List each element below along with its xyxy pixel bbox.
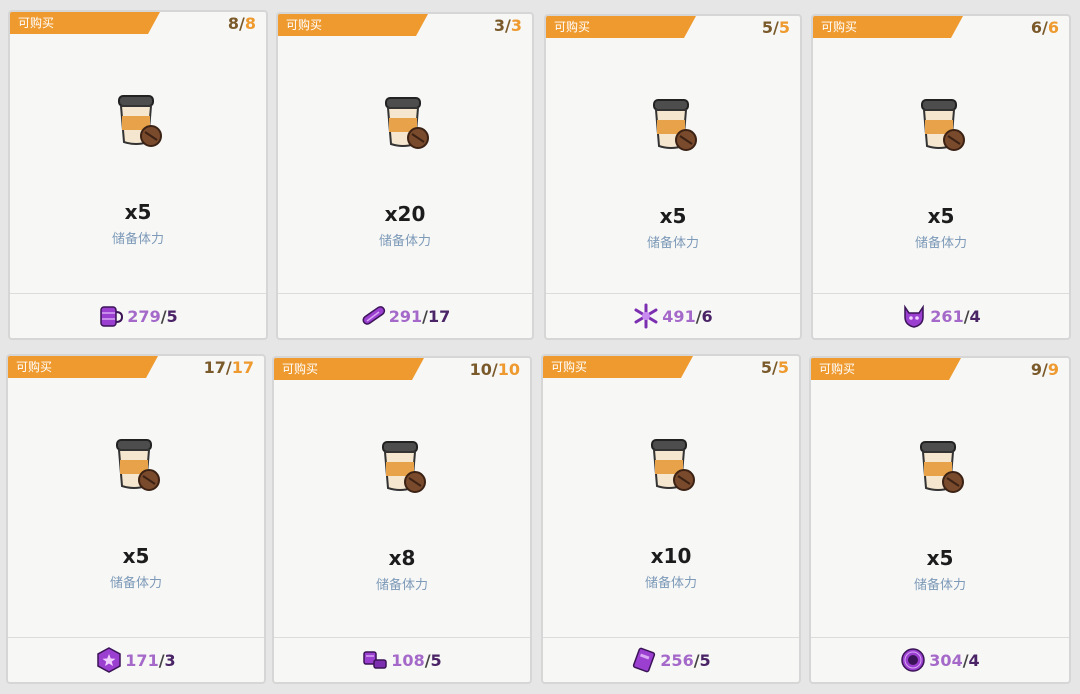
purchase-limit: 3/3: [493, 16, 522, 35]
owned-count: 279: [127, 306, 161, 326]
item-amount: x5: [926, 546, 954, 570]
owned-count: 171: [125, 650, 159, 670]
purple-mug-icon: [100, 306, 124, 327]
available-tag: 可购买: [811, 358, 961, 380]
available-tag: 可购买: [10, 12, 160, 34]
price-row: 304/4: [811, 637, 1069, 682]
owned-count: 256: [660, 650, 694, 670]
owned-count: 291: [388, 306, 423, 326]
item-amount: x20: [384, 202, 426, 226]
available-tag: 可购买: [278, 14, 428, 36]
shop-card[interactable]: 可购买 5/5 x10 储备体力 256/5: [541, 354, 801, 684]
coffee-cup-icon: [651, 439, 695, 491]
price-row: 108/5: [274, 637, 530, 682]
item-name: 储备体力: [644, 576, 697, 591]
purple-book-icon: [633, 647, 656, 673]
item-name: 储备体力: [914, 236, 967, 251]
coffee-cup-icon: [921, 99, 965, 151]
price-row: 256/5: [543, 637, 799, 682]
purchase-limit: 10/10: [469, 360, 520, 379]
item-name: 储备体力: [646, 236, 699, 251]
owned-count: 261: [930, 306, 964, 326]
price: 5: [699, 650, 711, 670]
available-tag: 可购买: [274, 358, 424, 380]
price-row: 171/3: [8, 637, 264, 682]
shop-card[interactable]: 可购买 9/9 x5 储备体力 304/4: [809, 356, 1071, 684]
price: 3: [164, 650, 176, 670]
shop-card[interactable]: 可购买 3/3 x20 储备体力 291/17: [276, 12, 534, 340]
shop-card[interactable]: 可购买 10/10 x8 储备体力 108/5: [272, 356, 532, 684]
item-name: 储备体力: [378, 234, 431, 249]
purchase-limit: 6/6: [1030, 18, 1059, 37]
price-row: 291/17: [278, 293, 532, 338]
item-amount: x10: [650, 544, 692, 568]
shop-card[interactable]: 可购买 8/8 x5 储备体力 279/5: [8, 10, 268, 340]
available-tag: 可购买: [543, 356, 693, 378]
purple-demon-icon: [904, 304, 925, 328]
price: 5: [430, 650, 442, 670]
coffee-cup-icon: [382, 441, 426, 493]
coffee-cup-icon: [116, 439, 160, 491]
price: 17: [427, 306, 451, 326]
item-name: 储备体力: [375, 578, 428, 593]
owned-count: 304: [929, 650, 963, 670]
available-tag: 可购买: [8, 356, 158, 378]
owned-count: 108: [391, 650, 425, 670]
item-name: 储备体力: [913, 578, 966, 593]
item-amount: x8: [388, 546, 416, 570]
purple-ring-icon: [901, 648, 926, 672]
item-name: 储备体力: [109, 576, 162, 591]
owned-count: 491: [662, 306, 696, 326]
price: 6: [701, 306, 713, 326]
purple-bolt-icon: [363, 651, 388, 669]
coffee-cup-icon: [653, 99, 697, 151]
purchase-limit: 5/5: [760, 358, 789, 377]
purchase-limit: 8/8: [227, 14, 256, 33]
price: 4: [969, 306, 981, 326]
price-row: 279/5: [10, 293, 266, 338]
price: 4: [968, 650, 980, 670]
price: 5: [166, 306, 178, 326]
shop-grid: 可购买 8/8 x5 储备体力 279/5 可购买 3/3 x20 储备体力 2…: [0, 0, 1080, 694]
purple-tube-icon: [362, 306, 385, 325]
item-amount: x5: [927, 204, 955, 228]
available-tag: 可购买: [813, 16, 963, 38]
item-amount: x5: [659, 204, 687, 228]
shop-card[interactable]: 可购买 5/5 x5 储备体力 491/6: [544, 14, 802, 340]
purchase-limit: 17/17: [203, 358, 254, 377]
shop-card[interactable]: 可购买 6/6 x5 储备体力 261/4: [811, 14, 1071, 340]
purple-star-badge-icon: [97, 647, 122, 673]
item-amount: x5: [122, 544, 150, 568]
price-row: 491/6: [546, 293, 800, 338]
shop-card[interactable]: 可购买 17/17 x5 储备体力 171/3: [6, 354, 266, 684]
available-tag: 可购买: [546, 16, 696, 38]
item-name: 储备体力: [111, 232, 164, 247]
item-amount: x5: [124, 200, 152, 224]
purple-snowflake-icon: [634, 303, 658, 329]
coffee-cup-icon: [920, 441, 964, 493]
price-row: 261/4: [813, 293, 1069, 338]
purchase-limit: 5/5: [761, 18, 790, 37]
coffee-cup-icon: [385, 97, 429, 149]
coffee-cup-icon: [118, 95, 162, 147]
purchase-limit: 9/9: [1030, 360, 1059, 379]
